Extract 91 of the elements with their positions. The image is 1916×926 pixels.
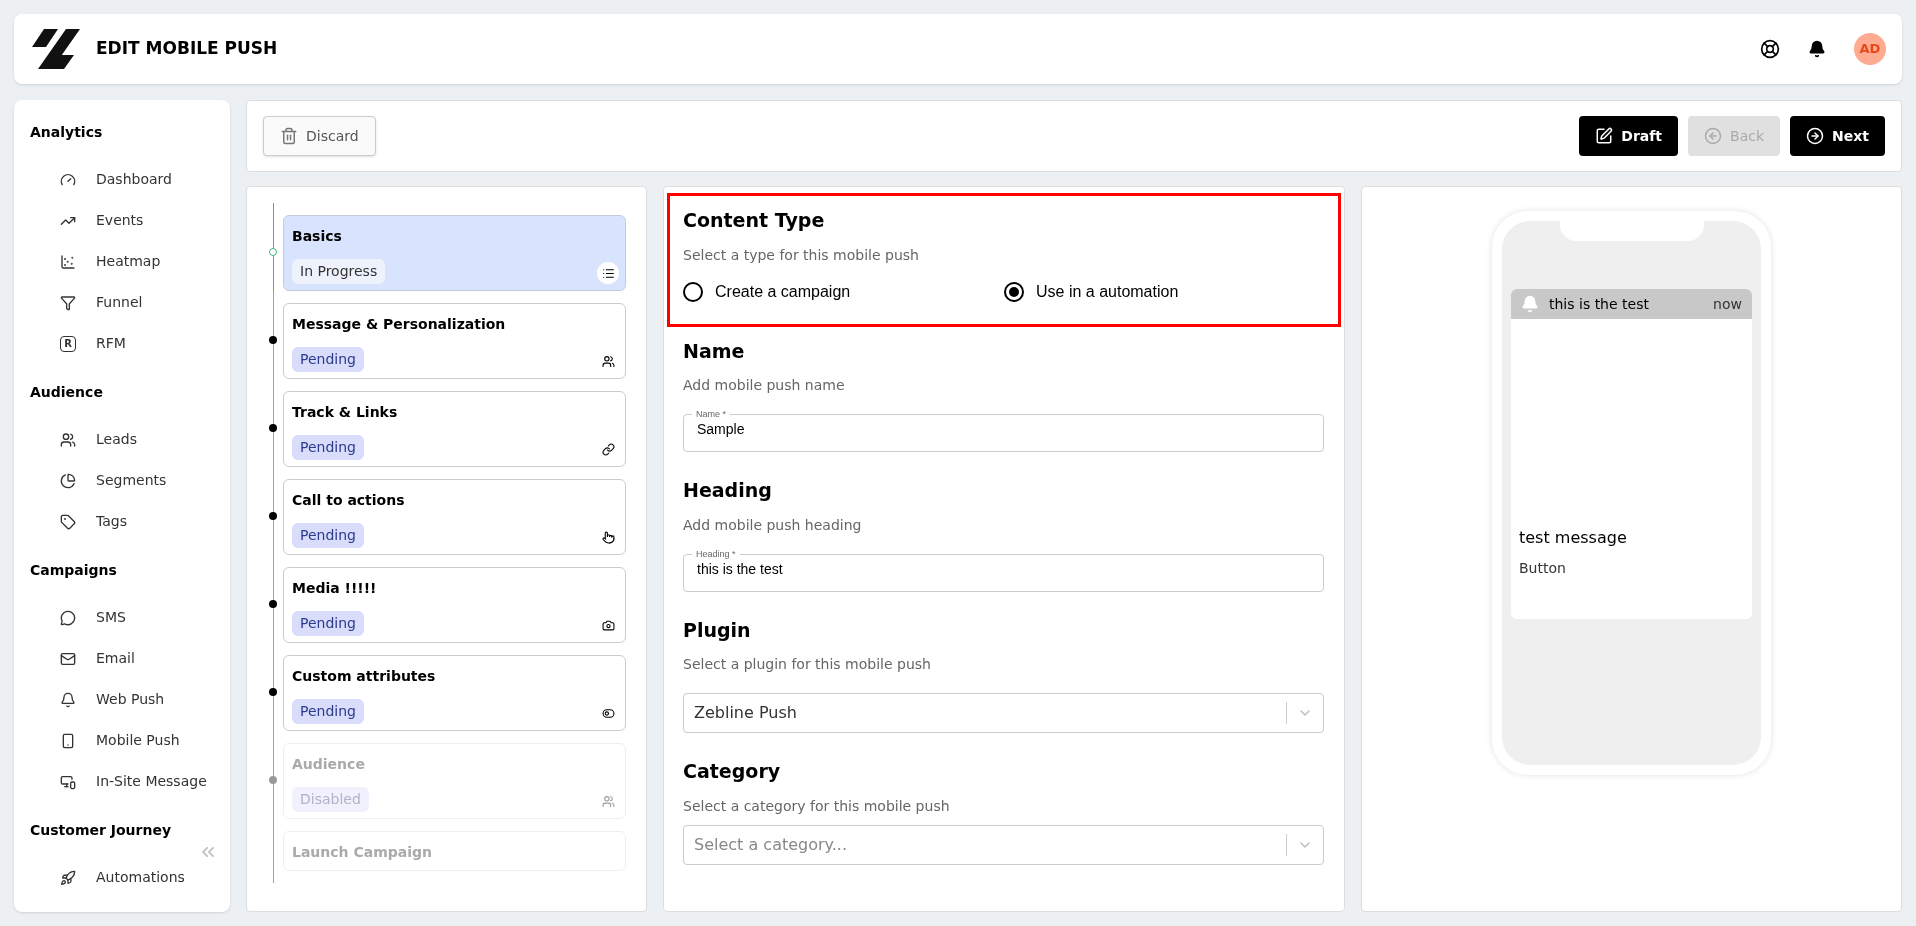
- section-title: Name: [683, 338, 746, 364]
- section-description: Add mobile push name: [683, 376, 846, 395]
- text-field[interactable]: Heading * this is the test: [683, 549, 1324, 592]
- sidebar-item[interactable]: Leads: [30, 419, 214, 460]
- monitor-icon: [60, 773, 76, 790]
- sidebar-section-title: Audience: [30, 383, 104, 402]
- users-icon: [60, 431, 76, 448]
- notifications-icon[interactable]: [1808, 40, 1826, 58]
- sidebar-item[interactable]: Heatmap: [30, 241, 214, 282]
- field-value: this is the test: [697, 560, 783, 577]
- step-title: Audience: [292, 755, 366, 774]
- step-card[interactable]: Basics In Progress: [283, 215, 626, 291]
- step-title: Message & Personalization: [292, 315, 507, 334]
- step-title: Custom attributes: [292, 667, 437, 686]
- sidebar-section-title: Analytics: [30, 123, 104, 142]
- step-status: In Progress: [292, 259, 386, 284]
- discard-button[interactable]: Discard: [263, 116, 376, 156]
- text-field[interactable]: Name * Sample: [683, 410, 1324, 452]
- step-title: Media !!!!!: [292, 579, 378, 598]
- radio-label: Use in a automation: [1036, 281, 1179, 302]
- sidebar-item[interactable]: Dashboard: [30, 159, 214, 200]
- step-card[interactable]: Track & Links Pending: [283, 391, 626, 467]
- chat-icon: [60, 609, 76, 626]
- mail-icon: [60, 650, 76, 667]
- section-title: Category: [683, 759, 782, 784]
- step-title: Track & Links: [292, 403, 399, 422]
- step-card[interactable]: Custom attributes Pending: [283, 655, 626, 731]
- toolbar-button[interactable]: Next: [1790, 116, 1885, 156]
- notification-message: test message: [1518, 527, 1628, 549]
- bell-icon: [1521, 295, 1539, 313]
- step-status: Pending: [292, 699, 364, 724]
- select-field[interactable]: Select a category...: [683, 824, 1324, 865]
- toolbar-button[interactable]: Draft: [1579, 116, 1679, 156]
- arrow-left-icon: [1704, 127, 1723, 145]
- select-field[interactable]: Zebline Push: [683, 693, 1324, 733]
- phone-icon: [60, 732, 76, 749]
- step-title: Basics: [292, 227, 343, 246]
- field-label: Heading *: [695, 549, 737, 559]
- scatter-chart-icon: [60, 253, 76, 270]
- step-title: Call to actions: [292, 491, 406, 510]
- sidebar-section-title: Customer Journey: [30, 821, 173, 840]
- funnel-icon: [60, 294, 76, 311]
- help-icon[interactable]: [1760, 39, 1780, 59]
- notification-button[interactable]: Button: [1511, 558, 1752, 579]
- step-status: Pending: [292, 523, 364, 548]
- sidebar-section-title: Campaigns: [30, 561, 118, 580]
- step-card[interactable]: Call to actions Pending: [283, 479, 626, 555]
- step-status: Pending: [292, 347, 364, 372]
- step-status: Pending: [292, 435, 364, 460]
- edit-icon: [1595, 127, 1614, 145]
- radio-button[interactable]: [1004, 281, 1024, 302]
- radio-button[interactable]: [683, 281, 703, 302]
- notification-title: this is the test: [1549, 294, 1650, 314]
- gauge-icon: [60, 171, 76, 188]
- sidebar-item[interactable]: Events: [30, 200, 214, 241]
- section-description: Select a type for this mobile push: [683, 245, 920, 265]
- sidebar-item[interactable]: R RFM: [30, 323, 214, 364]
- section-title: Heading: [683, 478, 773, 503]
- tag-icon: [60, 513, 76, 530]
- rocket-icon: [60, 869, 76, 886]
- step-card[interactable]: Media !!!!! Pending: [283, 567, 626, 643]
- step-card[interactable]: Message & Personalization Pending: [283, 303, 626, 379]
- section-title: Plugin: [683, 617, 752, 643]
- trash-icon: [280, 127, 298, 145]
- sidebar-item[interactable]: Email: [30, 638, 214, 679]
- section-title: Content Type: [683, 208, 826, 233]
- section-description: Select a plugin for this mobile push: [683, 655, 932, 674]
- sidebar-item[interactable]: Web Push: [30, 679, 214, 720]
- field-value: Sample: [697, 421, 745, 437]
- section-description: Add mobile push heading: [683, 515, 863, 535]
- step-title: Launch Campaign: [292, 843, 433, 862]
- field-label: Name *: [695, 410, 727, 419]
- bell-icon: [60, 691, 76, 708]
- sidebar-item[interactable]: Automations: [30, 857, 214, 898]
- sidebar-item[interactable]: Segments: [30, 460, 214, 501]
- pie-chart-icon: [60, 472, 76, 489]
- sidebar-item[interactable]: Tags: [30, 501, 214, 542]
- notification-time: now: [1713, 294, 1742, 314]
- step-status: Pending: [292, 611, 364, 636]
- sidebar-item[interactable]: Mobile Push: [30, 720, 214, 761]
- sidebar-item[interactable]: In-Site Message: [30, 761, 214, 802]
- sidebar-item[interactable]: Funnel: [30, 282, 214, 323]
- page-title: EDIT MOBILE PUSH: [96, 37, 278, 61]
- step-status: Disabled: [292, 787, 369, 812]
- radio-label: Create a campaign: [715, 281, 851, 302]
- letter-icon: R: [60, 335, 76, 352]
- section-description: Select a category for this mobile push: [683, 796, 951, 816]
- arrow-right-icon: [1806, 127, 1825, 145]
- list-icon: [597, 262, 619, 284]
- sidebar-item[interactable]: SMS: [30, 597, 214, 638]
- logo-icon: [30, 27, 82, 71]
